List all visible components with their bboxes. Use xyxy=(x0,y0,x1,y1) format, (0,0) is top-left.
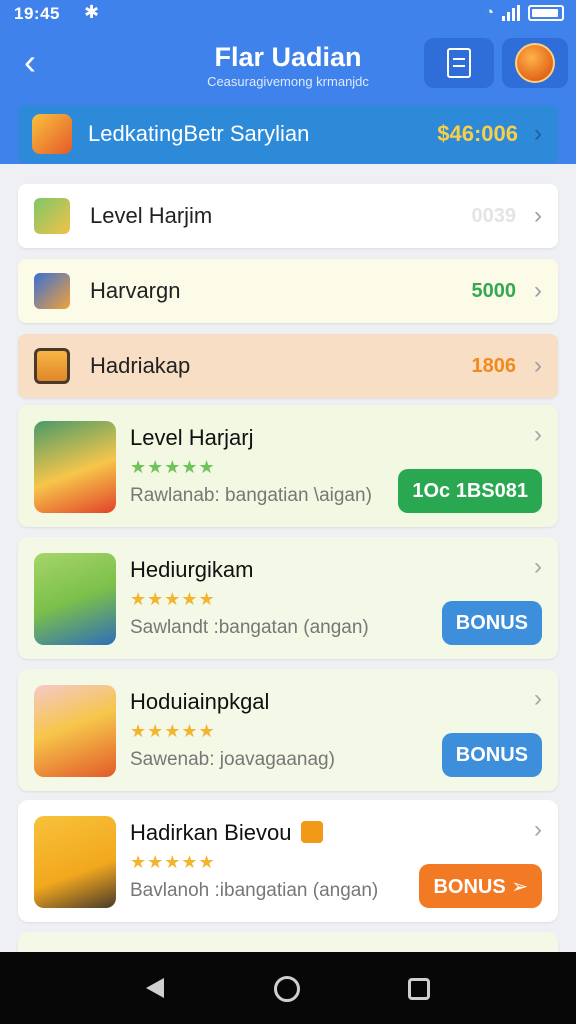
rating-stars: ★★★★★ xyxy=(130,457,216,477)
system-nav-bar xyxy=(0,952,576,1024)
nav-home-icon[interactable] xyxy=(274,976,300,1002)
card-title: Hadirkan Bievou xyxy=(130,820,324,846)
offer-card[interactable]: Hadirkan Bievou ★★★★★ Bavlanoh :ibangati… xyxy=(18,800,558,922)
row-value: 5000 xyxy=(471,279,517,302)
banner-label: LedkatingBetr Sarylian xyxy=(88,121,310,146)
list-row-harvargn[interactable]: Harvargn 5000 › xyxy=(18,259,558,323)
chevron-right-icon: › xyxy=(534,421,542,448)
card-title: Level Harjarj xyxy=(130,425,254,450)
bonus-button[interactable]: BONUS xyxy=(441,601,542,645)
map-icon xyxy=(34,273,70,309)
row-label: Level Harjim xyxy=(90,203,213,228)
offer-card[interactable]: Hoduiainpkgal ★★★★★ Sawenab: joavagaanag… xyxy=(18,669,558,791)
chevron-right-icon: › xyxy=(534,685,542,712)
document-icon xyxy=(447,48,471,78)
offer-card[interactable]: Hediurgikam ★★★★★ Sawlandt :bangatan (an… xyxy=(18,537,558,659)
card-description: Bavlanoh :ibangatian (angan) xyxy=(130,880,379,901)
gift-box-icon xyxy=(34,685,116,777)
list-row-hadriakap[interactable]: Hadriakap 1806 › xyxy=(18,334,558,398)
wallet-icon xyxy=(32,114,72,154)
wifi-icon: ◔ xyxy=(484,4,494,21)
avatar xyxy=(515,43,555,83)
signal-icon xyxy=(502,4,520,21)
offer-card[interactable]: Level Harjarj ★★★★★ Rawlanab: bangatian … xyxy=(18,405,558,527)
bonus-button[interactable]: BONUS ➢ xyxy=(419,864,542,908)
notification-icon: ✱ xyxy=(84,2,100,22)
card-description: Rawlanab: bangatian \aigan) xyxy=(130,485,372,506)
banner-amount: $46:006 xyxy=(437,121,518,146)
balance-banner[interactable]: LedkatingBetr Sarylian $46:006 › xyxy=(18,105,558,163)
rating-stars: ★★★★★ xyxy=(130,721,216,741)
terminal-icon xyxy=(34,816,116,908)
card-action-button[interactable]: 1Oc 1BS081 xyxy=(398,469,542,513)
row-value: 0039 xyxy=(471,204,517,227)
chevron-right-icon: › xyxy=(534,120,542,147)
app-header: 19:45 ✱ ◔ ‹ Flar Uadian Ceasuragivemong … xyxy=(0,0,576,164)
rating-stars: ★★★★★ xyxy=(130,589,216,609)
row-label: Hadriakap xyxy=(90,353,191,378)
card-title: Hoduiainpkgal xyxy=(130,689,270,714)
list-row-level-harjim[interactable]: Level Harjim 0039 › xyxy=(18,184,558,248)
nav-recent-icon[interactable] xyxy=(408,978,430,1000)
status-time: 19:45 xyxy=(14,4,60,23)
status-bar: 19:45 ✱ ◔ xyxy=(0,0,576,28)
rating-stars: ★★★★★ xyxy=(130,852,216,872)
row-value: 1806 xyxy=(471,354,517,377)
nav-back-icon[interactable] xyxy=(146,978,164,998)
chevron-right-icon: › xyxy=(534,816,542,843)
chevron-right-icon: › xyxy=(534,553,542,580)
pencil-icon xyxy=(34,198,70,234)
card-title-text: Hadirkan Bievou xyxy=(130,820,292,845)
chevron-right-icon: › xyxy=(534,202,542,229)
fruit-bucket-icon xyxy=(34,421,116,513)
box-icon xyxy=(301,821,324,843)
card-description: Sawenab: joavagaanag) xyxy=(130,749,335,770)
man-avatar-icon xyxy=(34,553,116,645)
battery-icon xyxy=(528,4,564,21)
chevron-right-icon: › xyxy=(534,352,542,379)
card-description: Sawlandt :bangatan (angan) xyxy=(130,617,369,638)
status-icons: ◔ xyxy=(485,4,564,21)
jar-icon xyxy=(34,348,70,384)
row-label: Harvargn xyxy=(90,278,181,303)
profile-button[interactable] xyxy=(502,38,568,88)
chevron-right-icon: › xyxy=(534,277,542,304)
bonus-button[interactable]: BONUS xyxy=(441,733,542,777)
document-button[interactable] xyxy=(424,38,494,88)
card-title: Hediurgikam xyxy=(130,557,254,582)
